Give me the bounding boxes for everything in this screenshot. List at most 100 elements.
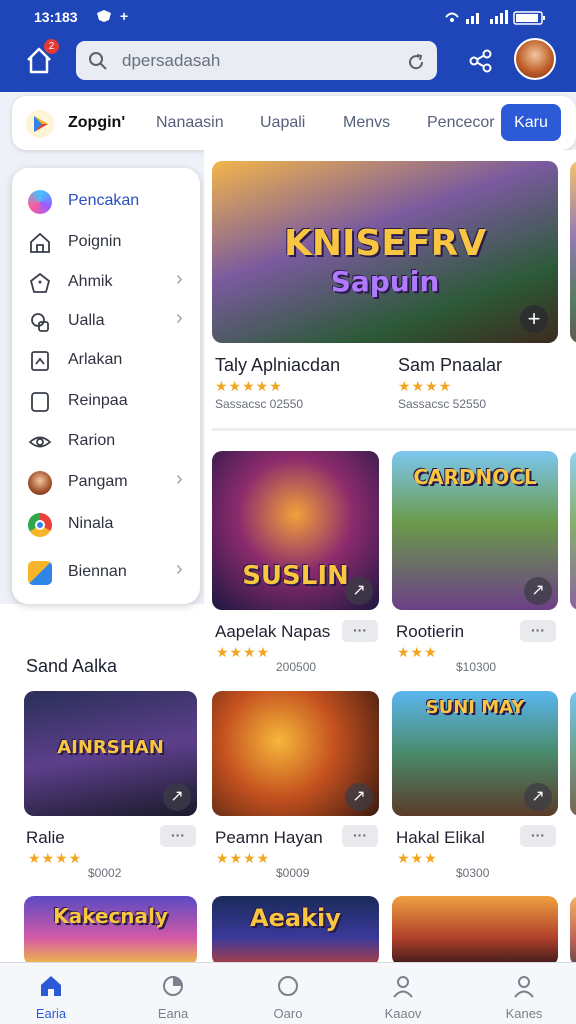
tab-karu[interactable]: Karu — [501, 104, 561, 141]
more-button[interactable]: ··· — [520, 620, 556, 642]
sidebar-item-ninala[interactable]: Ninala — [12, 506, 200, 542]
app-header: 13:183 + 2 dpersadasah — [0, 0, 576, 92]
tag-icon — [29, 272, 51, 293]
add-icon[interactable]: + — [520, 305, 548, 333]
game-thumbnail[interactable]: SUNI MAY ↗ — [392, 691, 558, 816]
game-thumbnail[interactable] — [392, 896, 558, 966]
game-title-art: CARDNOCL — [413, 465, 537, 489]
search-input[interactable]: dpersadasah — [122, 51, 220, 71]
avatar[interactable] — [514, 38, 556, 80]
game-meta: 200500 — [276, 660, 317, 674]
game-thumbnail[interactable]: AINRSHAN ↗ — [24, 691, 197, 816]
status-extra: + — [120, 8, 129, 24]
nav-label: Oaro — [273, 1006, 303, 1021]
status-time: 13:183 — [34, 9, 78, 25]
rating-stars: ★★★★ — [398, 378, 453, 394]
game-name[interactable]: Sam Pnaalar — [398, 355, 502, 376]
gamepad-icon — [31, 313, 49, 332]
featured-thumbnail-next[interactable] — [570, 161, 576, 343]
document-icon — [31, 351, 49, 371]
game-title-art: Kakecnaly — [53, 904, 168, 928]
game-name[interactable]: Peamn Hayan — [215, 828, 323, 848]
game-title-art-sub: Sapuin — [330, 265, 440, 298]
tab-pencecor[interactable]: Pencecor — [427, 114, 495, 132]
featured-thumbnail[interactable]: KNISEFRV Sapuin + — [212, 161, 558, 343]
chevron-right-icon: › — [176, 558, 183, 580]
person-icon — [514, 976, 534, 998]
more-button[interactable]: ··· — [160, 825, 196, 847]
game-meta: Sassacsc 52550 — [398, 397, 487, 411]
section-title: Sand Aalka — [26, 656, 118, 676]
refresh-icon[interactable] — [406, 52, 426, 72]
bottom-nav: Earia Eana Oaro Kaaov Kanes — [0, 962, 576, 1024]
user-icon — [393, 976, 413, 998]
more-button[interactable]: ··· — [520, 825, 556, 847]
share-icon[interactable] — [468, 48, 494, 74]
game-name[interactable]: Hakal Elikal — [396, 828, 485, 848]
action-icon[interactable]: ↗ — [524, 783, 552, 811]
game-meta: $0300 — [456, 866, 490, 880]
tab-zopgin[interactable]: Zopgin' — [68, 114, 125, 132]
game-thumbnail[interactable]: SUSLIN ↗ — [212, 451, 379, 610]
search-icon — [89, 52, 107, 70]
game-title-art: AINRSHAN — [57, 737, 164, 758]
more-button[interactable]: ··· — [342, 825, 378, 847]
game-name[interactable]: Taly Aplniacdan — [215, 355, 340, 376]
nav-kaaov[interactable]: Kaaov — [363, 973, 443, 1021]
side-menu: Pencakan Poignin Ahmik › Ualla › Arlakan… — [12, 168, 200, 604]
home-icon — [41, 976, 61, 996]
home-button[interactable]: 2 — [22, 39, 59, 76]
action-icon[interactable]: ↗ — [163, 783, 191, 811]
action-icon[interactable]: ↗ — [345, 783, 373, 811]
tab-menvs[interactable]: Menvs — [343, 114, 390, 132]
sidebar-item-biennan[interactable]: Biennan › — [12, 554, 200, 590]
game-name[interactable]: Rootierin — [396, 622, 464, 642]
play-store-icon — [26, 110, 54, 138]
game-thumbnail-next[interactable] — [570, 691, 576, 816]
sidebar-item-label: Pencakan — [68, 192, 140, 209]
tab-uapali[interactable]: Uapali — [260, 114, 305, 132]
sidebar-item-pencakan[interactable]: Pencakan — [12, 183, 200, 219]
sidebar-item-reinpaa[interactable]: Reinpaa — [12, 383, 200, 419]
sidebar-item-label: Rarion — [68, 432, 116, 449]
nav-eana[interactable]: Eana — [133, 973, 213, 1021]
action-icon[interactable]: ↗ — [345, 577, 373, 605]
sidebar-item-arlakan[interactable]: Arlakan — [12, 342, 200, 378]
more-button[interactable]: ··· — [342, 620, 378, 642]
sidebar-item-label: Arlakan — [68, 351, 123, 368]
game-name[interactable]: Aapelak Napas — [215, 622, 330, 642]
notification-badge: 2 — [44, 39, 59, 54]
nav-label: Kanes — [505, 1006, 543, 1021]
search-bar[interactable]: dpersadasah — [76, 41, 437, 80]
sidebar-item-ahmik[interactable]: Ahmik › — [12, 264, 200, 300]
game-thumbnail[interactable]: Aeakiy — [212, 896, 379, 966]
game-thumbnail[interactable]: CARDNOCL ↗ — [392, 451, 558, 610]
nav-label: Kaaov — [384, 1006, 422, 1021]
rating-stars: ★★★ — [397, 850, 438, 866]
game-thumbnail[interactable]: ↗ — [212, 691, 379, 816]
circle-icon — [278, 976, 298, 996]
game-title-art: SUNI MAY — [425, 697, 525, 718]
sidebar-item-label: Biennan — [68, 563, 127, 580]
sidebar-item-rarion[interactable]: Rarion — [12, 423, 200, 459]
sidebar-item-poignin[interactable]: Poignin — [12, 224, 200, 260]
game-title-art: KNISEFRV — [283, 223, 487, 264]
tab-nanaasin[interactable]: Nanaasin — [156, 114, 224, 132]
sidebar-item-pangam[interactable]: Pangam › — [12, 464, 200, 500]
chevron-right-icon: › — [176, 307, 183, 329]
nav-earia[interactable]: Earia — [11, 973, 91, 1021]
game-thumbnail-next[interactable] — [570, 451, 576, 610]
nav-kanes[interactable]: Kanes — [484, 973, 564, 1021]
sidebar-item-label: Pangam — [68, 473, 128, 490]
sidebar-item-ualla[interactable]: Ualla › — [12, 303, 200, 339]
game-thumbnail-next[interactable] — [570, 896, 576, 966]
game-name[interactable]: Ralie — [26, 828, 65, 848]
action-icon[interactable]: ↗ — [524, 577, 552, 605]
sidebar-item-label: Poignin — [68, 233, 122, 250]
avatar-icon — [28, 471, 52, 495]
app-gradient-icon — [28, 190, 52, 214]
rating-stars: ★★★★ — [216, 850, 271, 866]
game-thumbnail[interactable]: Kakecnaly — [24, 896, 197, 966]
nav-oaro[interactable]: Oaro — [248, 973, 328, 1021]
category-tabs: Zopgin' Nanaasin Uapali Menvs Pencecor K… — [12, 96, 576, 150]
